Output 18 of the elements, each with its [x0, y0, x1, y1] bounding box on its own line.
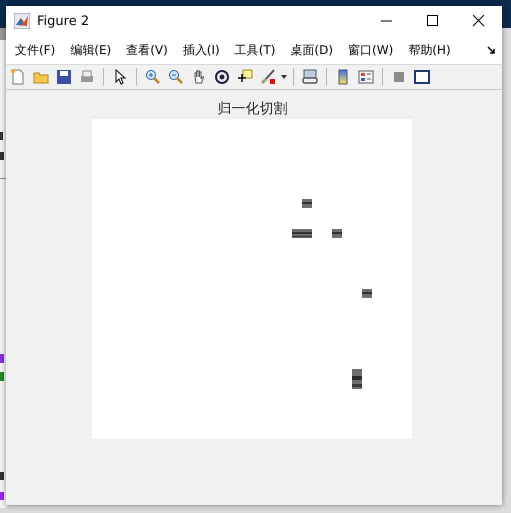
- save-icon[interactable]: [54, 67, 74, 87]
- menu-item[interactable]: 帮助(H): [402, 39, 457, 61]
- caret-icon[interactable]: [281, 75, 287, 79]
- menu-item[interactable]: 查看(V): [120, 39, 174, 61]
- brush-icon[interactable]: [258, 67, 278, 87]
- menu-item[interactable]: 工具(T): [228, 39, 282, 61]
- app-logo-icon: [14, 13, 30, 29]
- close-icon: [473, 15, 485, 27]
- menu-item[interactable]: 窗口(W): [342, 39, 400, 61]
- frame-icon[interactable]: [412, 67, 432, 87]
- maximize-icon: [427, 15, 439, 27]
- menu-item[interactable]: 桌面(D): [284, 39, 340, 61]
- menu-item[interactable]: 文件(F): [9, 39, 62, 61]
- menu-item[interactable]: 编辑(E): [64, 39, 118, 61]
- dock-arrow-icon[interactable]: [487, 46, 496, 54]
- axes-title: 归一化切割: [218, 100, 288, 119]
- menu-item[interactable]: 插入(I): [176, 39, 226, 61]
- window-title: Figure 2: [37, 14, 90, 28]
